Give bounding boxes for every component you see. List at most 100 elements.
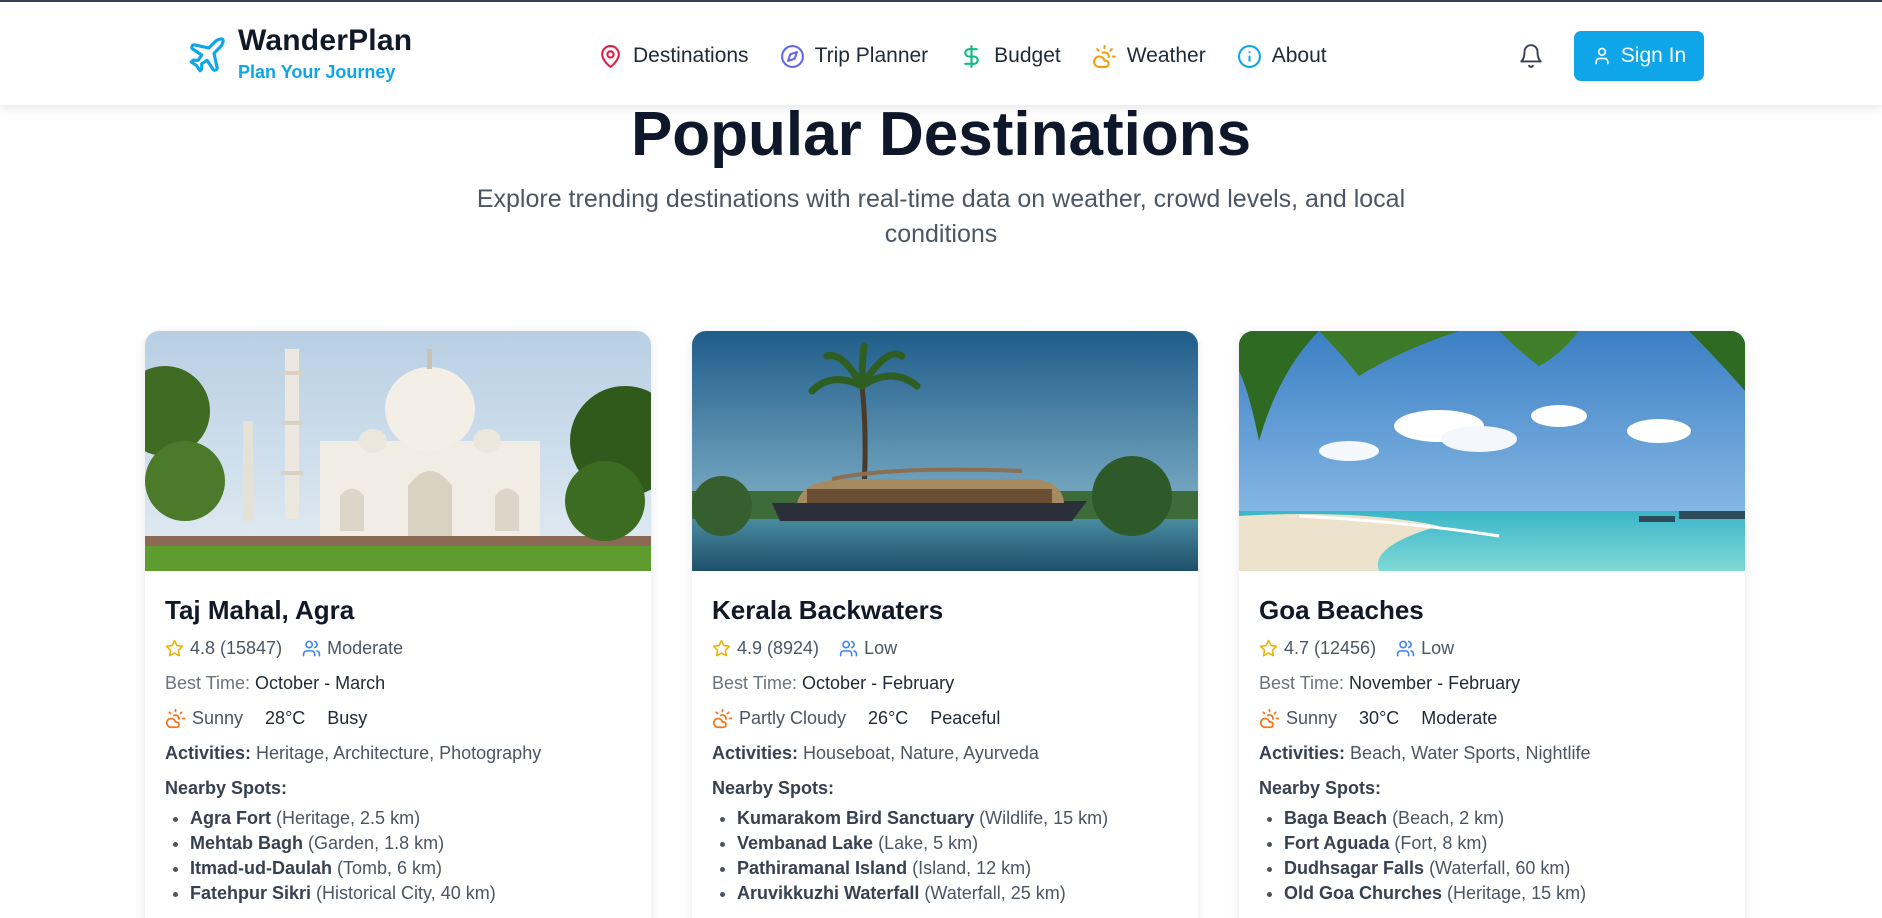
spot-detail: (Historical City, 40 km) [316,883,496,903]
spot-detail: (Tomb, 6 km) [337,858,443,878]
nav-about-label: About [1271,44,1327,67]
spot-name: Itmad-ud-Daulah [190,858,332,878]
nav-about[interactable]: About [1237,44,1327,69]
info-icon [1237,44,1261,68]
sun-cloud-icon [165,708,186,728]
nearby-spots-list: Baga Beach (Beach, 2 km) Fort Aguada (Fo… [1259,806,1725,906]
nav-destinations-label: Destinations [633,44,749,67]
users-icon [839,640,858,656]
nav-trip-planner[interactable]: Trip Planner [780,44,929,69]
crowd-level: Low [1421,637,1455,658]
spot-detail: (Lake, 5 km) [878,833,979,853]
rating-row: 4.7 (12456) Low [1259,636,1725,660]
rating-row: 4.9 (8924) Low [712,636,1178,660]
bell-icon[interactable] [1518,42,1544,70]
map-pin-icon [601,44,620,68]
list-item: Agra Fort (Heritage, 2.5 km) [190,806,631,831]
activities-value: Houseboat, Nature, Ayurveda [803,743,1039,763]
nav-trip-planner-label: Trip Planner [814,44,929,67]
spot-name: Fort Aguada [1284,833,1390,853]
destination-title: Goa Beaches [1259,595,1424,625]
spot-name: Pathiramanal Island [737,858,908,878]
spot-name: Dudhsagar Falls [1284,858,1425,878]
spot-name: Vembanad Lake [737,833,874,853]
crowd-level: Low [864,637,898,658]
temperature: 30°C [1359,708,1400,728]
airplane-icon [189,37,225,73]
best-time-value: November - February [1349,673,1521,693]
nav-weather-label: Weather [1126,44,1206,67]
users-icon [302,640,321,656]
crowd-indicator: Moderate [302,638,403,659]
nav-destinations[interactable]: Destinations [598,44,749,69]
best-time-value: October - February [802,673,955,693]
spot-detail: (Garden, 1.8 km) [308,833,445,853]
best-time-row: Best Time: October - February [712,671,1178,695]
list-item: Aruvikkuzhi Waterfall (Waterfall, 25 km) [737,881,1178,906]
nav-budget[interactable]: Budget [959,44,1061,69]
brand-tagline: Plan Your Journey [238,62,396,82]
sun-cloud-icon [712,708,733,728]
activities-row: Activities: Houseboat, Nature, Ayurveda [712,741,1178,765]
user-icon [1595,47,1609,65]
rating-value: 4.7 (12456) [1284,637,1377,658]
best-time-value: October - March [255,673,386,693]
weather-row: Sunny 28°C Busy [165,706,631,730]
page-title: Popular Destinations [630,100,1252,169]
destination-image-goa [1239,331,1745,571]
main-nav: Destinations Trip Planner Budget Weather… [598,38,1327,74]
activities-label: Activities: [1259,743,1346,763]
destination-title: Kerala Backwaters [712,595,944,625]
sign-in-label: Sign In [1620,44,1687,67]
list-item: Mehtab Bagh (Garden, 1.8 km) [190,831,631,856]
spot-detail: (Waterfall, 60 km) [1429,858,1571,878]
brand-logo[interactable]: WanderPlan Plan Your Journey [186,24,412,82]
best-time-row: Best Time: October - March [165,671,631,695]
destination-card-kerala[interactable]: Kerala Backwaters 4.9 (8924) Low Best Ti… [692,331,1198,918]
list-item: Fatehpur Sikri (Historical City, 40 km) [190,881,631,906]
spot-name: Agra Fort [190,808,271,828]
spot-name: Old Goa Churches [1284,883,1443,903]
destination-card-goa[interactable]: Goa Beaches 4.7 (12456) Low Best Time: N… [1239,331,1745,918]
sun-cloud-icon [1259,708,1280,728]
spot-detail: (Beach, 2 km) [1392,808,1505,828]
nearby-spots-label: Nearby Spots: [712,778,835,798]
sign-in-button[interactable]: Sign In [1574,31,1704,81]
activities-row: Activities: Heritage, Architecture, Phot… [165,741,631,765]
activities-value: Beach, Water Sports, Nightlife [1350,743,1591,763]
weather-row: Sunny 30°C Moderate [1259,706,1725,730]
spot-name: Kumarakom Bird Sanctuary [737,808,975,828]
list-item: Itmad-ud-Daulah (Tomb, 6 km) [190,856,631,881]
destination-image-taj-mahal [145,331,651,571]
busyness-level: Busy [327,708,368,728]
nearby-spots-list: Kumarakom Bird Sanctuary (Wildlife, 15 k… [712,806,1178,906]
list-item: Pathiramanal Island (Island, 12 km) [737,856,1178,881]
star-icon [1259,639,1278,656]
nearby-spots-list: Agra Fort (Heritage, 2.5 km) Mehtab Bagh… [165,806,631,906]
busyness-level: Peaceful [930,708,1001,728]
brand-name: WanderPlan [238,24,413,57]
list-item: Baga Beach (Beach, 2 km) [1284,806,1725,831]
crowd-indicator: Low [839,638,897,659]
destination-card-taj-mahal[interactable]: Taj Mahal, Agra 4.8 (15847) Moderate Bes… [145,331,651,918]
best-time-label: Best Time: [165,673,251,693]
users-icon [1396,640,1415,656]
navbar: WanderPlan Plan Your Journey Destination… [0,2,1882,105]
spot-name: Fatehpur Sikri [190,883,312,903]
spot-name: Mehtab Bagh [190,833,304,853]
spot-name: Aruvikkuzhi Waterfall [737,883,920,903]
list-item: Old Goa Churches (Heritage, 15 km) [1284,881,1725,906]
spot-detail: (Waterfall, 25 km) [924,883,1066,903]
best-time-label: Best Time: [1259,673,1345,693]
nav-weather[interactable]: Weather [1092,44,1206,69]
crowd-level: Moderate [327,637,404,658]
temperature: 26°C [868,708,909,728]
star-icon [165,639,184,656]
dollar-icon [964,44,979,68]
nearby-spots-label: Nearby Spots: [1259,778,1382,798]
activities-value: Heritage, Architecture, Photography [256,743,542,763]
star-icon [712,639,731,656]
list-item: Kumarakom Bird Sanctuary (Wildlife, 15 k… [737,806,1178,831]
list-item: Fort Aguada (Fort, 8 km) [1284,831,1725,856]
compass-icon [780,44,804,68]
